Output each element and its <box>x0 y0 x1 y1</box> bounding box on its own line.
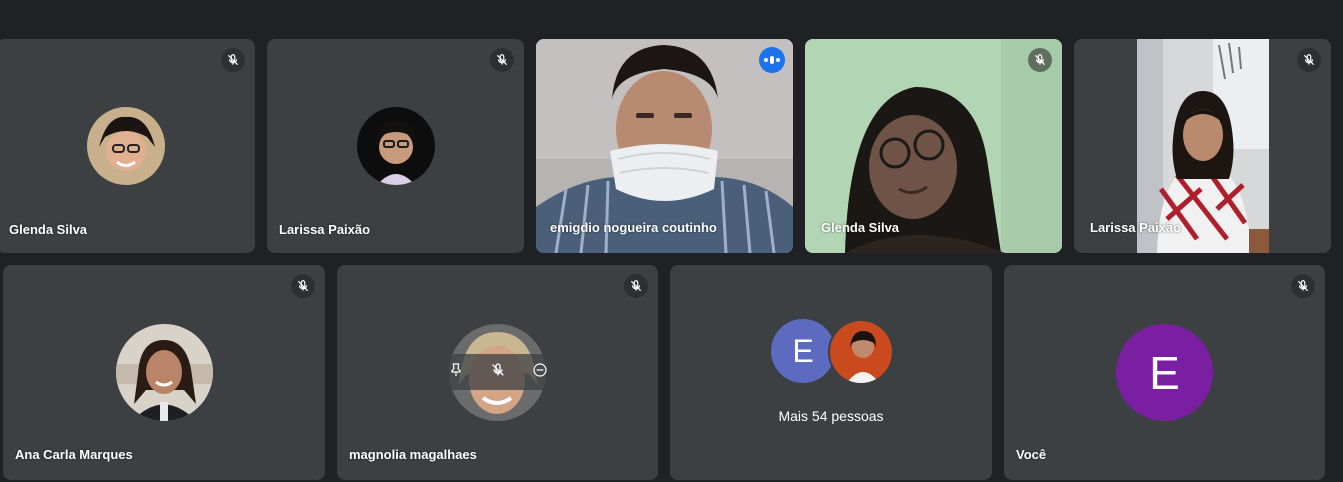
mic-off-icon <box>1291 274 1315 298</box>
others-initial-avatar: E <box>771 319 835 383</box>
participant-tile-emigdio-nogueira-coutinho[interactable]: emigdio nogueira coutinho <box>536 39 793 253</box>
mic-off-icon <box>1297 48 1321 72</box>
mic-off-icon <box>291 274 315 298</box>
participant-avatar <box>116 324 213 421</box>
mic-off-icon[interactable] <box>490 362 506 383</box>
self-initial-avatar: E <box>1116 324 1213 421</box>
participant-tile-larissa-paixao-video[interactable]: Larissa Paixão <box>1074 39 1331 253</box>
others-photo-avatar <box>828 319 894 385</box>
participant-tile-glenda-silva-video[interactable]: Glenda Silva <box>805 39 1062 253</box>
audio-level-icon <box>759 47 785 73</box>
participant-name: Você <box>1016 447 1047 462</box>
mic-off-icon <box>1028 48 1052 72</box>
others-count-label: Mais 54 pessoas <box>778 408 884 424</box>
participant-tile-magnolia-magalhaes[interactable]: magnolia magalhaes <box>337 265 658 480</box>
participant-name: Larissa Paixão <box>1090 220 1182 235</box>
participant-name: Ana Carla Marques <box>15 447 133 462</box>
mic-off-icon <box>624 274 648 298</box>
participant-tile-glenda-silva[interactable]: Glenda Silva <box>0 39 255 253</box>
participant-name: emigdio nogueira coutinho <box>550 220 717 235</box>
others-tile[interactable]: E Mais 54 pessoas <box>670 265 992 480</box>
remove-icon[interactable] <box>532 362 548 383</box>
participant-hover-controls <box>435 354 561 390</box>
pin-icon[interactable] <box>448 362 464 383</box>
mic-off-icon <box>221 48 245 72</box>
mic-off-icon <box>490 48 514 72</box>
participant-avatar <box>357 107 435 185</box>
participant-name: Glenda Silva <box>821 220 900 235</box>
participant-name: Glenda Silva <box>9 222 88 237</box>
participant-tile-larissa-paixao[interactable]: Larissa Paixão <box>267 39 524 253</box>
participant-tile-self[interactable]: E Você <box>1004 265 1325 480</box>
participant-tile-ana-carla-marques[interactable]: Ana Carla Marques <box>3 265 325 480</box>
participant-avatar <box>87 107 165 185</box>
participant-name: magnolia magalhaes <box>349 447 477 462</box>
participant-name: Larissa Paixão <box>279 222 371 237</box>
